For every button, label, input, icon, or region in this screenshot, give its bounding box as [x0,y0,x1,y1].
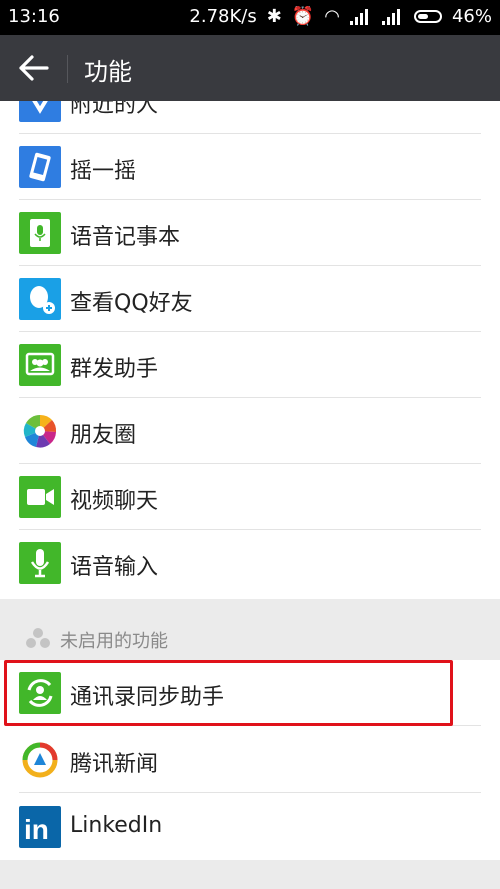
status-bar: 13:16 2.78K/s ✱ ⏰ ◠ 46% [0,0,500,35]
enabled-feature-list: 附近的人 摇一摇 语音记事本 查看QQ好友 群发助手 朋友圈 视频聊天 语音输入 [0,101,500,599]
list-item-voice-notepad[interactable]: 语音记事本 [0,200,500,266]
bluetooth-icon: ✱ [266,6,282,27]
list-item-broadcast[interactable]: 群发助手 [0,332,500,398]
alarm-icon: ⏰ [291,6,315,27]
voice-input-icon [19,542,61,584]
broadcast-icon [19,344,61,386]
linkedin-icon: in [19,806,61,848]
item-label: 附近的人 [70,101,159,118]
list-item-voice-input[interactable]: 语音输入 [0,530,500,596]
item-label: 朋友圈 [70,423,137,448]
status-icons: 2.78K/s ✱ ⏰ ◠ 46% [189,6,492,27]
voice-notepad-icon [19,212,61,254]
battery-icon [413,10,442,23]
list-item-qq-friends[interactable]: 查看QQ好友 [0,266,500,332]
item-label: LinkedIn [70,813,163,838]
app-bar: 功能 [0,35,500,101]
wifi-icon: ◠ [324,6,340,27]
list-item-video-call[interactable]: 视频聊天 [0,464,500,530]
back-arrow-icon[interactable] [18,53,50,83]
list-item-linkedin[interactable]: in LinkedIn [0,794,500,860]
group-dots-icon [26,628,50,648]
item-label: 腾讯新闻 [70,752,159,777]
page-title: 功能 [84,58,132,86]
moments-icon [19,410,61,452]
highlight-box [4,660,453,726]
item-label: 语音记事本 [70,225,181,250]
list-item-moments[interactable]: 朋友圈 [0,398,500,464]
signal-icon-2 [381,8,404,25]
app-bar-divider [67,55,68,83]
video-call-icon [19,476,61,518]
list-item-shake[interactable]: 摇一摇 [0,134,500,200]
network-speed: 2.78K/s [189,6,257,27]
item-label: 群发助手 [70,357,159,382]
people-nearby-icon [19,101,61,122]
svg-text:in: in [24,814,49,845]
tencent-news-icon [19,739,61,781]
status-time: 13:16 [8,6,60,27]
item-label: 语音输入 [70,555,159,580]
disabled-section-header: 未启用的功能 [0,599,500,660]
qq-friends-icon [19,278,61,320]
section-title: 未启用的功能 [60,631,168,652]
item-label: 查看QQ好友 [70,291,193,316]
battery-level: 46% [451,6,492,27]
list-item-people-nearby[interactable]: 附近的人 [0,101,500,134]
shake-icon [19,146,61,188]
item-label: 摇一摇 [70,159,137,184]
signal-icon [349,8,372,25]
item-label: 视频聊天 [70,489,159,514]
list-item-tencent-news[interactable]: 腾讯新闻 [0,727,500,793]
